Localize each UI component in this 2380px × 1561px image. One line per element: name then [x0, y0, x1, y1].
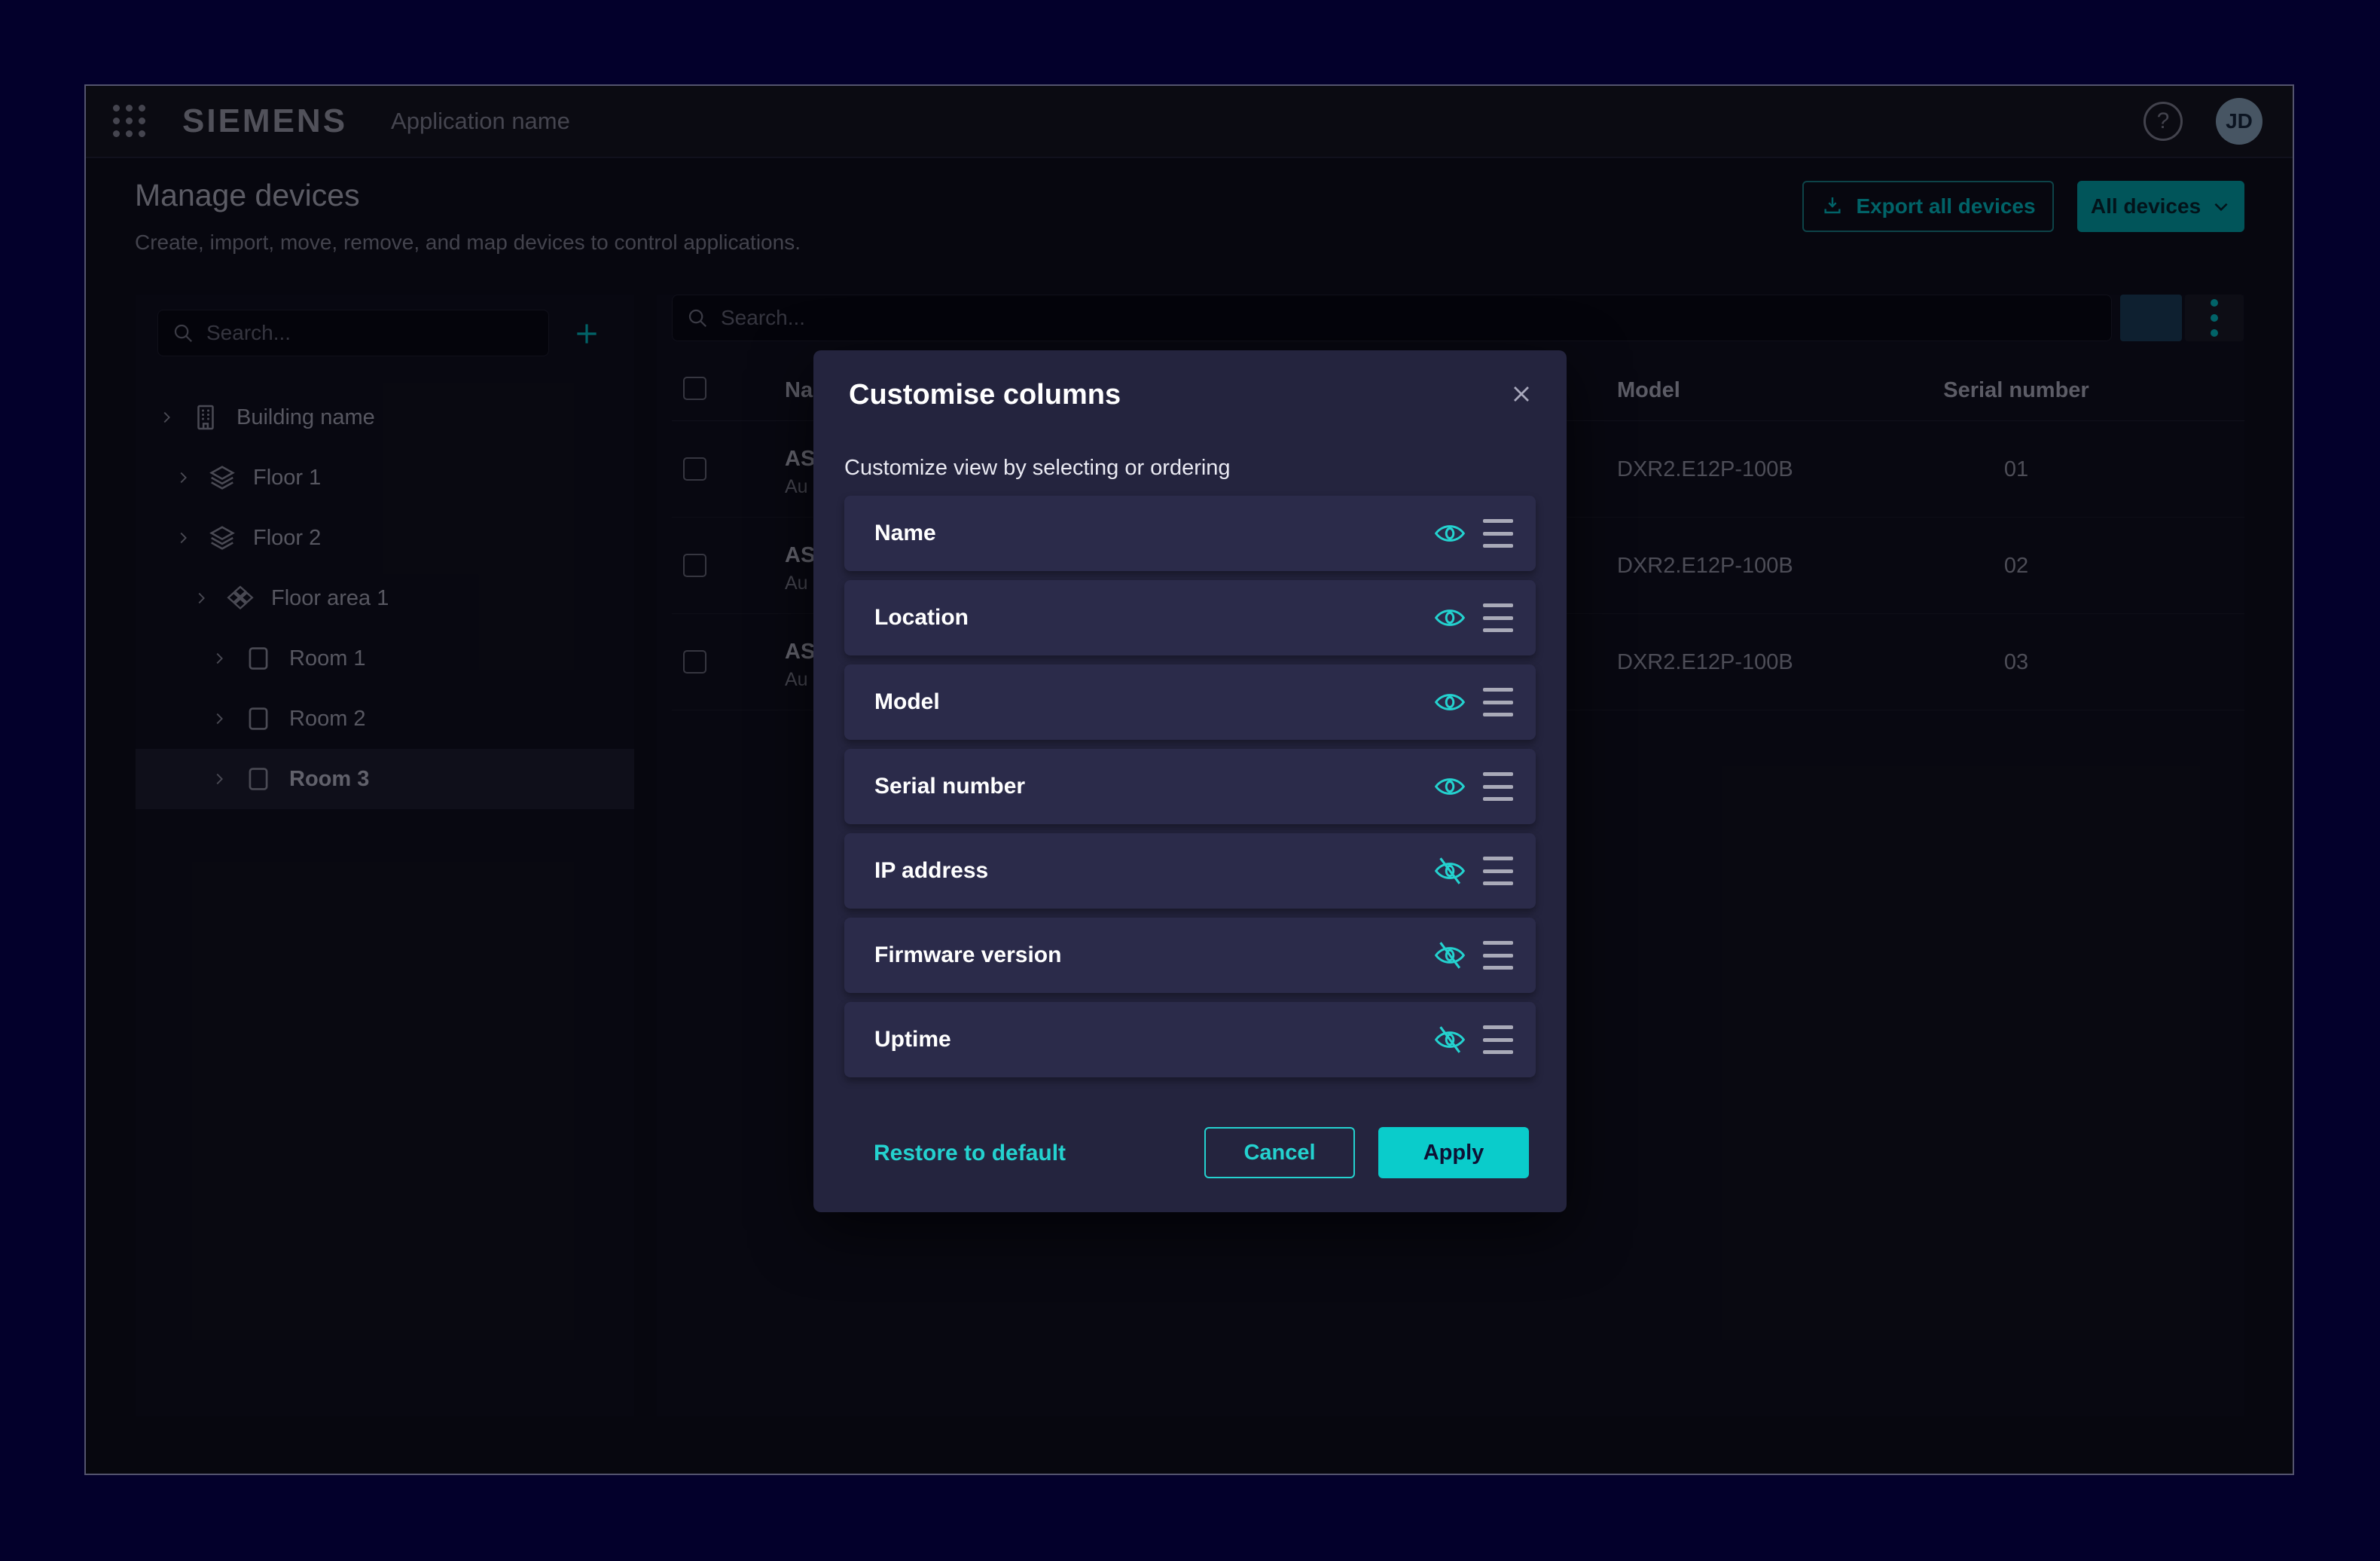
apply-button[interactable]: Apply	[1378, 1127, 1529, 1178]
eye-off-icon	[1433, 939, 1466, 972]
column-card-firmware-version[interactable]: Firmware version	[844, 918, 1536, 993]
drag-handle[interactable]	[1483, 941, 1515, 970]
cancel-button[interactable]: Cancel	[1204, 1127, 1355, 1178]
eye-icon	[1433, 686, 1466, 719]
eye-icon	[1433, 601, 1466, 634]
visibility-toggle[interactable]	[1430, 853, 1469, 889]
column-label: Serial number	[874, 749, 1025, 824]
column-label: Firmware version	[874, 918, 1061, 993]
restore-to-default-link[interactable]: Restore to default	[874, 1141, 1066, 1166]
modal-title: Customise columns	[849, 379, 1121, 411]
column-label: Name	[874, 496, 936, 571]
column-label: IP address	[874, 833, 988, 909]
drag-handle[interactable]	[1483, 519, 1515, 548]
visibility-toggle[interactable]	[1430, 684, 1469, 720]
drag-handle[interactable]	[1483, 857, 1515, 885]
app-window: SIEMENS Application name ? JD Manage dev…	[84, 84, 2294, 1475]
column-label: Model	[874, 664, 940, 740]
visibility-toggle[interactable]	[1430, 768, 1469, 805]
visibility-toggle[interactable]	[1430, 1022, 1469, 1058]
visibility-toggle[interactable]	[1430, 600, 1469, 636]
visibility-toggle[interactable]	[1430, 515, 1469, 551]
column-card-location[interactable]: Location	[844, 580, 1536, 655]
drag-handle[interactable]	[1483, 688, 1515, 716]
modal-subtitle: Customize view by selecting or ordering	[844, 456, 1231, 481]
drag-handle[interactable]	[1483, 603, 1515, 632]
drag-handle[interactable]	[1483, 1025, 1515, 1054]
close-button[interactable]	[1502, 374, 1541, 414]
customise-columns-modal: Customise columns Customize view by sele…	[813, 350, 1567, 1212]
close-icon	[1508, 380, 1535, 408]
column-card-uptime[interactable]: Uptime	[844, 1002, 1536, 1077]
eye-icon	[1433, 517, 1466, 550]
eye-off-icon	[1433, 1023, 1466, 1056]
column-card-model[interactable]: Model	[844, 664, 1536, 740]
visibility-toggle[interactable]	[1430, 937, 1469, 973]
column-card-ip-address[interactable]: IP address	[844, 833, 1536, 909]
eye-icon	[1433, 770, 1466, 803]
eye-off-icon	[1433, 854, 1466, 887]
column-card-name[interactable]: Name	[844, 496, 1536, 571]
drag-handle[interactable]	[1483, 772, 1515, 801]
column-label: Location	[874, 580, 969, 655]
column-card-serial-number[interactable]: Serial number	[844, 749, 1536, 824]
column-label: Uptime	[874, 1002, 951, 1077]
